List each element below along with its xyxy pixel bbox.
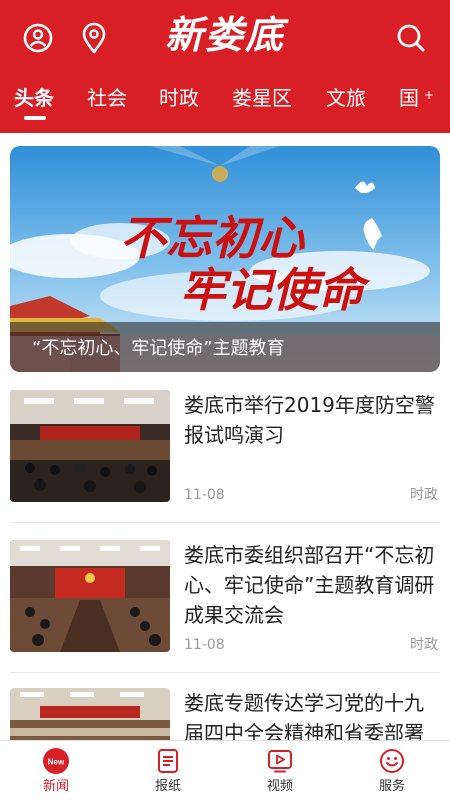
banner-artwork-line1: 不忘初心 <box>120 211 306 265</box>
news-title: 娄底专题传达学习党的十九届四中全会精神和省委部署 <box>184 691 424 740</box>
app-logo: 新娄底 <box>164 12 285 57</box>
divider <box>10 522 440 523</box>
nav-label: 服务 <box>378 779 405 794</box>
new-badge: New <box>48 758 65 767</box>
video-icon <box>266 747 294 775</box>
tab-louxing-district[interactable]: 娄星区 <box>232 84 292 112</box>
nav-newspaper[interactable]: 报纸 <box>112 741 224 800</box>
news-date: 11-08 <box>184 487 225 503</box>
tab-politics[interactable]: 时政 <box>159 84 199 112</box>
banner-artwork-line2: 牢记使命 <box>180 263 371 317</box>
bottom-navigation: New 新闻 报纸 视频 服务 <box>0 740 450 800</box>
smiley-icon <box>378 747 406 775</box>
more-tabs-button[interactable]: + <box>424 87 434 103</box>
tab-headlines[interactable]: 头条 <box>14 84 54 112</box>
news-thumbnail <box>10 688 170 740</box>
active-tab-indicator <box>24 116 46 120</box>
channel-tabs: 头条 社会 时政 娄星区 文旅 国 + <box>0 80 450 126</box>
nav-news[interactable]: New 新闻 <box>0 741 112 800</box>
divider <box>10 672 440 673</box>
news-date: 11-08 <box>184 637 225 653</box>
tab-society[interactable]: 社会 <box>87 84 127 112</box>
featured-banner[interactable]: 不忘初心 牢记使命 “不忘初心、牢记使命”主题教育 <box>10 146 440 372</box>
news-thumbnail <box>10 390 170 502</box>
tab-national[interactable]: 国 <box>399 84 419 112</box>
nav-video[interactable]: 视频 <box>224 741 336 800</box>
news-category: 时政 <box>410 487 438 503</box>
nav-label: 新闻 <box>42 779 69 794</box>
search-icon[interactable] <box>391 18 431 58</box>
app-header: 新娄底 头条 社会 时政 娄星区 文旅 国 + <box>0 0 450 133</box>
news-item[interactable]: 娄底市举行2019年度防空警报试鸣演习 11-08 时政 <box>10 390 440 503</box>
banner-caption: “不忘初心、牢记使命”主题教育 <box>32 338 285 359</box>
news-item[interactable]: 娄底专题传达学习党的十九届四中全会精神和省委部署 <box>10 688 440 740</box>
news-item[interactable]: 娄底市委组织部召开“不忘初心、牢记使命”主题教育调研成果交流会 11-08 时政 <box>10 540 440 653</box>
nav-label: 视频 <box>266 779 293 794</box>
news-title: 娄底市委组织部召开“不忘初心、牢记使命”主题教育调研成果交流会 <box>184 543 435 627</box>
news-icon: New <box>42 747 70 775</box>
news-category: 时政 <box>410 637 438 653</box>
tab-culture-tourism[interactable]: 文旅 <box>326 84 366 112</box>
news-title: 娄底市举行2019年度防空警报试鸣演习 <box>184 393 435 447</box>
nav-label: 报纸 <box>154 779 181 794</box>
newspaper-icon <box>154 747 182 775</box>
nav-services[interactable]: 服务 <box>336 741 448 800</box>
news-thumbnail <box>10 540 170 652</box>
